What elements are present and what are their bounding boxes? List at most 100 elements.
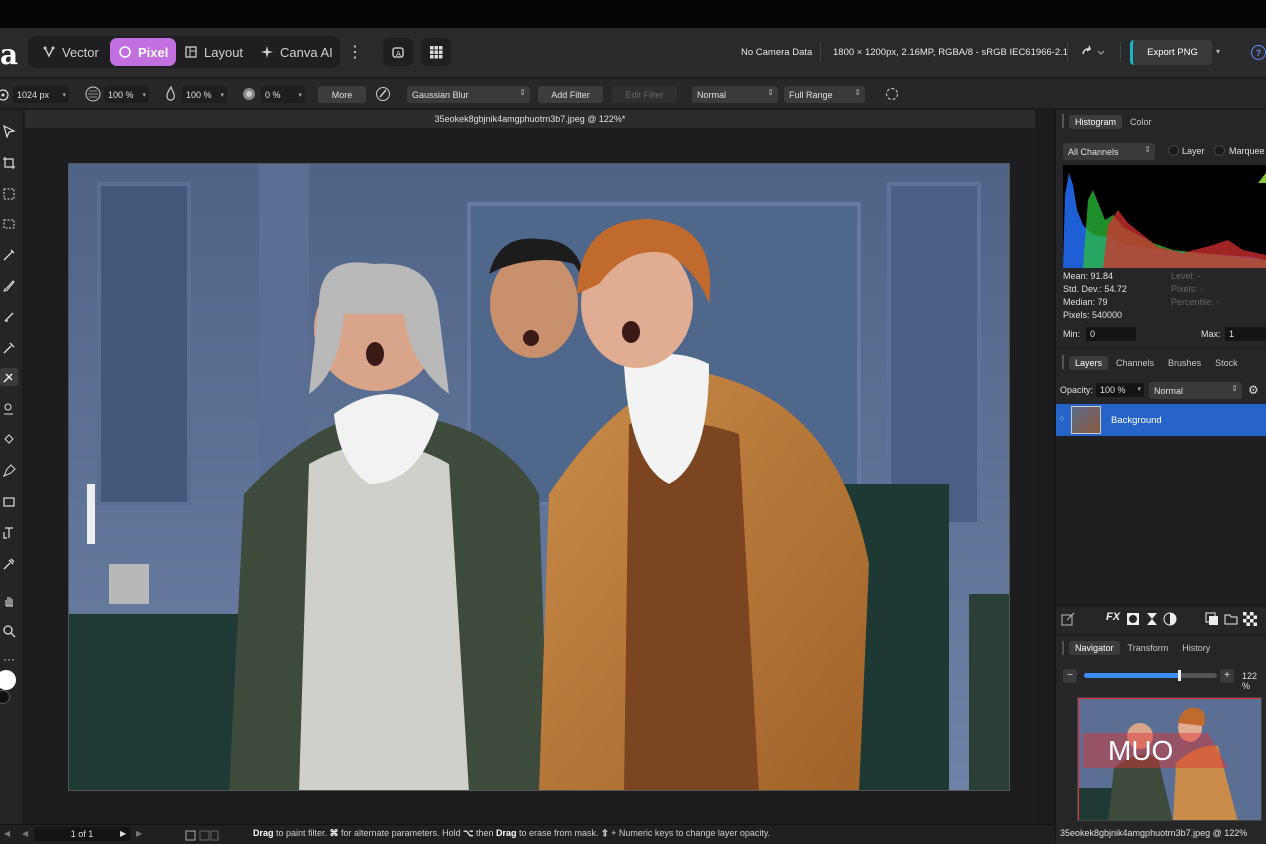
filter-select[interactable]: Gaussian Blur ⇕: [407, 86, 530, 103]
gear-icon[interactable]: ⚙: [1248, 383, 1259, 397]
tab-histogram[interactable]: Histogram: [1069, 115, 1123, 129]
app-window: a Vector Pixel Layout Canva AI ⋮ A No Ca…: [0, 0, 1266, 844]
layer-radio[interactable]: [1168, 145, 1179, 156]
tab-color[interactable]: Color: [1124, 115, 1158, 129]
hint-drag: Drag: [253, 828, 274, 838]
hint-cmd: ⌘: [329, 828, 339, 838]
flood-select-icon[interactable]: [0, 246, 18, 264]
tab-transform[interactable]: Transform: [1122, 641, 1175, 655]
persona-layout-label: Layout: [204, 44, 244, 60]
filter-brush-tool-icon[interactable]: [0, 368, 18, 386]
zoom-slider[interactable]: [1084, 670, 1217, 681]
sparkle-icon: [261, 46, 273, 58]
rectangle-tool-icon[interactable]: [0, 493, 18, 511]
brush-size-field[interactable]: 1024 px ▾: [13, 86, 69, 103]
more-button[interactable]: More: [318, 86, 366, 103]
page-indicator: 1 of 1: [34, 827, 130, 841]
first-page-icon[interactable]: ◀: [4, 829, 10, 838]
layer-blend-select[interactable]: Normal ⇕: [1149, 382, 1242, 399]
paint-brush-tool-icon[interactable]: [0, 277, 18, 295]
move-tool-icon[interactable]: [0, 122, 18, 140]
opacity-value: 100 %: [108, 89, 134, 100]
fx-icon[interactable]: FX: [1106, 611, 1120, 623]
checker-icon[interactable]: [1243, 612, 1257, 631]
flow-icon: [165, 85, 177, 107]
tab-navigator[interactable]: Navigator: [1069, 641, 1120, 655]
persona-vector[interactable]: Vector: [34, 38, 107, 66]
assistant-button[interactable]: A: [383, 38, 413, 66]
channels-select-value: All Channels: [1068, 146, 1119, 157]
edit-layer-icon[interactable]: [1061, 612, 1075, 631]
more-tools-icon[interactable]: ···: [0, 650, 18, 668]
selection-brush-icon[interactable]: [0, 185, 18, 203]
pixel-tool-icon[interactable]: [0, 308, 18, 326]
navigator-preview[interactable]: MUO: [1077, 697, 1262, 821]
zoom-tool-icon[interactable]: [0, 622, 18, 640]
layer-name: Background: [1111, 415, 1162, 426]
eyedropper-tool-icon[interactable]: [0, 555, 18, 573]
crop-tool-icon[interactable]: [0, 154, 18, 172]
clone-tool-icon[interactable]: [0, 400, 18, 418]
grid-button[interactable]: [421, 38, 451, 66]
zoom-slider-knob[interactable]: [1178, 670, 1181, 681]
level-stat: Level: -: [1171, 271, 1201, 281]
tab-layers[interactable]: Layers: [1069, 356, 1109, 370]
document-tab[interactable]: 35eokek8gbjnik4amgphuotrn3b7.jpeg @ 122%…: [25, 110, 1035, 128]
layer-radio-label: Layer: [1182, 146, 1205, 156]
persona-vector-label: Vector: [62, 44, 99, 60]
add-filter-button[interactable]: Add Filter: [538, 86, 603, 103]
panel-grip: [1062, 641, 1064, 655]
more-menu-icon[interactable]: ⋮: [347, 42, 363, 62]
export-png-button[interactable]: Export PNG: [1130, 40, 1212, 65]
layer-opacity-label: Opacity:: [1060, 385, 1094, 395]
zoom-in-button[interactable]: +: [1220, 669, 1234, 683]
tab-history[interactable]: History: [1176, 641, 1216, 655]
duplicate-icon[interactable]: [1205, 612, 1219, 631]
flow-field[interactable]: 100 % ▾: [182, 86, 227, 103]
brush-settings-icon[interactable]: [375, 86, 391, 107]
min-field[interactable]: 0: [1086, 327, 1136, 341]
fill-tool-icon[interactable]: [0, 430, 18, 448]
channels-select[interactable]: All Channels ⇕: [1063, 143, 1155, 160]
range-select[interactable]: Full Range ⇕: [784, 86, 865, 103]
histogram-chart: [1063, 165, 1266, 268]
last-page-icon[interactable]: ▶: [136, 829, 142, 838]
layer-opacity-field[interactable]: 100 % ▾: [1096, 383, 1144, 397]
blend-mode-select[interactable]: Normal ⇕: [692, 86, 778, 103]
zoom-out-button[interactable]: −: [1063, 669, 1077, 683]
page-view-icon[interactable]: [185, 828, 219, 844]
visibility-dots-icon[interactable]: ⁘: [1058, 414, 1066, 425]
max-field[interactable]: 1: [1225, 327, 1266, 341]
histogram-tabs: Histogram Color: [1069, 114, 1160, 130]
hand-tool-icon[interactable]: [0, 592, 18, 610]
export-dropdown-icon[interactable]: ▾: [1216, 47, 1220, 56]
reset-icon[interactable]: [884, 86, 900, 107]
opacity-field[interactable]: 100 % ▾: [104, 86, 149, 103]
marquee-radio[interactable]: [1214, 145, 1225, 156]
retouch-tool-icon[interactable]: [0, 339, 18, 357]
persona-pixel-label: Pixel: [138, 44, 169, 60]
marquee-tool-icon[interactable]: [0, 215, 18, 233]
text-tool-icon[interactable]: [0, 524, 18, 542]
tab-brushes[interactable]: Brushes: [1162, 356, 1207, 370]
mask-icon[interactable]: [1126, 612, 1140, 631]
persona-pixel[interactable]: Pixel: [110, 38, 177, 66]
folder-icon[interactable]: [1224, 612, 1238, 631]
app-logo[interactable]: a: [0, 38, 18, 71]
hardness-field[interactable]: 0 % ▾: [261, 86, 305, 103]
undo-history-icon[interactable]: [1080, 45, 1105, 64]
tab-channels[interactable]: Channels: [1110, 356, 1160, 370]
persona-layout[interactable]: Layout: [176, 38, 251, 66]
tab-stock[interactable]: Stock: [1209, 356, 1244, 370]
next-page-icon[interactable]: ▶: [120, 829, 126, 838]
opacity-icon: [85, 86, 101, 107]
hourglass-icon[interactable]: [1145, 612, 1159, 631]
persona-canva-ai[interactable]: Canva AI: [252, 38, 341, 66]
hint-text-1: to paint filter.: [273, 828, 330, 838]
help-icon[interactable]: ?: [1251, 45, 1266, 60]
pen-tool-icon[interactable]: [0, 462, 18, 480]
prev-page-icon[interactable]: ◀: [22, 829, 28, 838]
adjustment-icon[interactable]: [1163, 612, 1177, 631]
canvas-photo[interactable]: .: [68, 163, 1010, 791]
edit-filter-button[interactable]: Edit Filter: [612, 86, 677, 103]
